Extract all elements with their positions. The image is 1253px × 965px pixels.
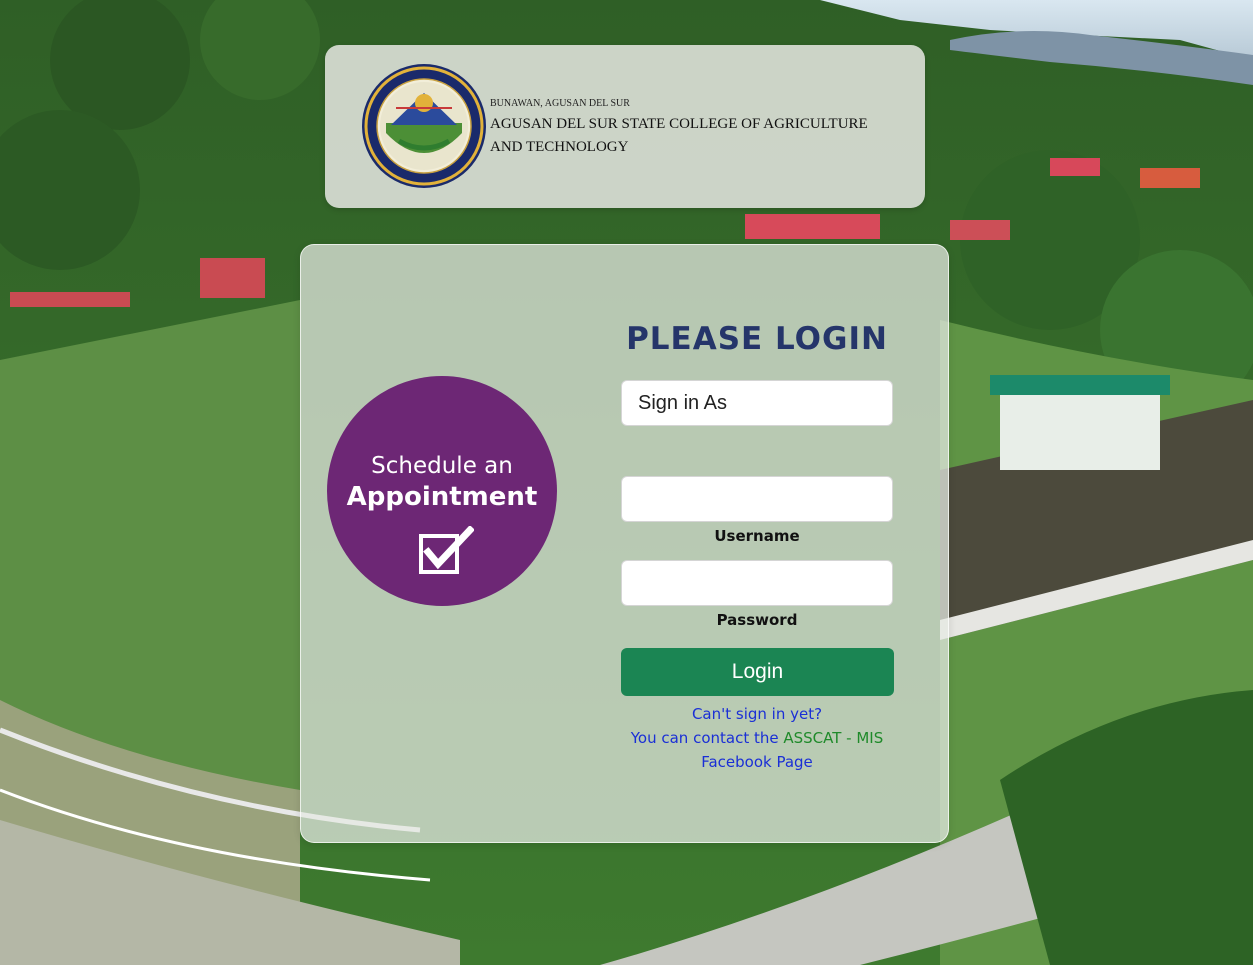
college-location: BUNAWAN, AGUSAN DEL SUR: [490, 98, 630, 109]
login-title: PLEASE LOGIN: [626, 321, 888, 357]
facebook-page-link[interactable]: Facebook Page: [701, 753, 813, 771]
login-panel: Schedule an Appointment PLEASE LOGIN Sig…: [300, 244, 949, 843]
college-seal-logo: [362, 64, 486, 188]
help-line-2: You can contact the ASSCAT - MIS: [611, 726, 903, 750]
sign-in-as-select[interactable]: Sign in As: [621, 380, 893, 426]
college-name: AGUSAN DEL SUR STATE COLLEGE OF AGRICULT…: [490, 116, 868, 155]
college-header: BUNAWAN, AGUSAN DEL SUR AGUSAN DEL SUR S…: [325, 45, 925, 208]
help-text: Can't sign in yet? You can contact the A…: [611, 702, 903, 774]
username-input[interactable]: [621, 476, 893, 522]
help-line-3: Facebook Page: [611, 750, 903, 774]
appointment-line1: Schedule an: [371, 453, 513, 479]
password-label: Password: [716, 611, 798, 629]
password-input[interactable]: [621, 560, 893, 606]
username-label: Username: [714, 527, 800, 545]
help-prefix: You can contact the: [630, 729, 779, 747]
appointment-line2: Appointment: [346, 482, 538, 512]
checkbox-checked-icon: [419, 526, 474, 574]
help-line-1: Can't sign in yet?: [691, 705, 823, 723]
schedule-appointment-button[interactable]: Schedule an Appointment: [327, 376, 557, 606]
login-button[interactable]: Login: [621, 648, 894, 696]
asscat-mis-link[interactable]: ASSCAT - MIS: [783, 729, 883, 747]
